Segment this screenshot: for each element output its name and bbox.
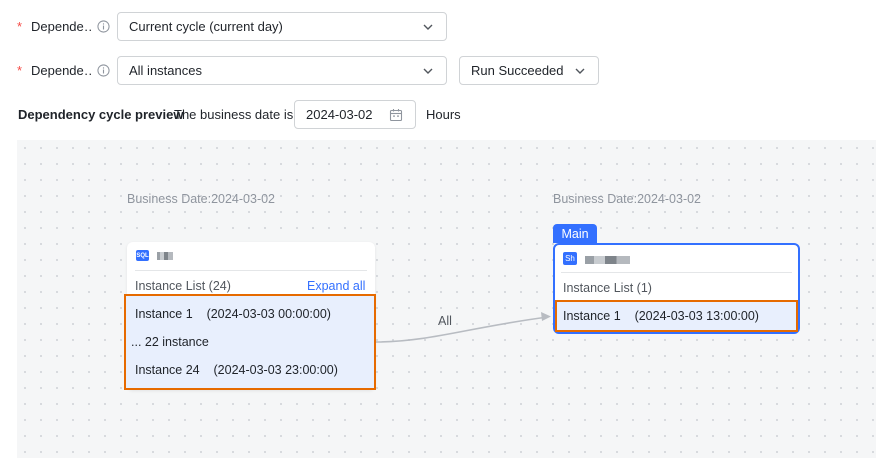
chevron-down-icon <box>423 24 433 30</box>
shell-type-icon: Sh <box>563 252 577 265</box>
instance-list-label: Instance List (1) <box>563 281 652 295</box>
info-icon[interactable] <box>97 64 110 77</box>
edge-label: All <box>438 314 452 328</box>
dependency-cycle-value: Current cycle (current day) <box>129 19 283 34</box>
collapsed-instances-row[interactable]: ... 22 instance <box>131 335 209 349</box>
main-tag: Main <box>553 224 597 243</box>
required-marker: * <box>17 63 23 78</box>
business-date-picker[interactable]: 2024-03-02 <box>294 100 416 129</box>
expand-all-link[interactable]: Expand all <box>307 279 365 293</box>
instance-row[interactable]: Instance 1 (2024-03-03 00:00:00) <box>135 307 331 321</box>
dependency-cycle-label: Depende… <box>31 19 93 34</box>
instance-row[interactable]: Instance 24 (2024-03-03 23:00:00) <box>135 363 338 377</box>
dependency-instance-select[interactable]: All instances <box>117 56 447 85</box>
run-status-select[interactable]: Run Succeeded <box>459 56 599 85</box>
instance-row[interactable]: Instance 1 (2024-03-03 13:00:00) <box>563 309 759 323</box>
dependency-cycle-select[interactable]: Current cycle (current day) <box>117 12 447 41</box>
redacted-node-name <box>585 256 630 264</box>
run-status-value: Run Succeeded <box>471 63 564 78</box>
hours-unit-label: Hours <box>426 107 461 122</box>
dependency-cycle-preview-label: Dependency cycle preview <box>18 107 184 122</box>
required-marker: * <box>17 19 23 34</box>
dependency-instance-value: All instances <box>129 63 202 78</box>
right-business-date: Business Date:2024-03-02 <box>553 192 702 206</box>
sql-type-icon: SQL <box>136 250 149 261</box>
divider <box>135 270 367 271</box>
dependency-edge <box>374 312 551 343</box>
divider <box>561 272 792 273</box>
dependency-instance-label: Depende… <box>31 63 93 78</box>
business-date-label: The business date is <box>174 107 294 122</box>
dependency-cycle-row: * Depende… <box>0 19 110 34</box>
chevron-down-icon <box>575 68 585 74</box>
redacted-node-name <box>157 252 173 260</box>
instance-list-label: Instance List (24) <box>135 279 231 293</box>
business-date-value: 2024-03-02 <box>306 107 373 122</box>
chevron-down-icon <box>423 68 433 74</box>
dependency-instance-row: * Depende… <box>0 63 110 78</box>
left-business-date: Business Date:2024-03-02 <box>127 192 276 206</box>
info-icon[interactable] <box>97 20 110 33</box>
calendar-icon <box>389 109 403 122</box>
